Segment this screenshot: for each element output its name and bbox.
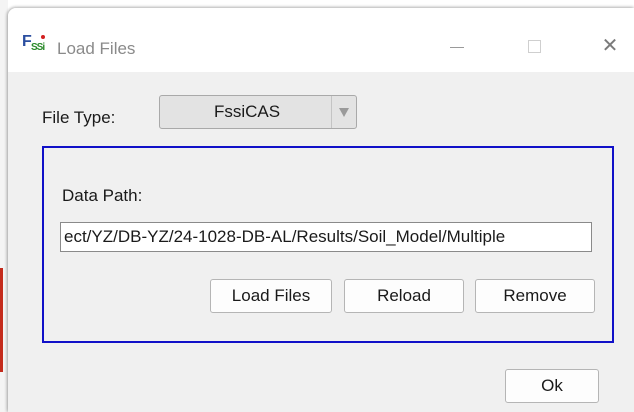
data-path-label: Data Path: bbox=[62, 186, 143, 205]
remove-button[interactable]: Remove bbox=[475, 279, 595, 313]
background-window-edge bbox=[0, 0, 8, 412]
load-files-button[interactable]: Load Files bbox=[210, 279, 332, 313]
file-type-label: File Type: bbox=[42, 108, 116, 127]
data-path-group: Data Path: ect/YZ/DB-YZ/24-1028-DB-AL/Re… bbox=[42, 146, 614, 343]
data-path-input[interactable]: ect/YZ/DB-YZ/24-1028-DB-AL/Results/Soil_… bbox=[60, 222, 592, 252]
title-bar: F SSi Load Files ✕ bbox=[8, 8, 634, 72]
minimize-icon[interactable] bbox=[438, 28, 478, 64]
fssi-app-icon: F SSi bbox=[22, 33, 45, 53]
chevron-down-icon[interactable] bbox=[331, 96, 356, 128]
data-path-value: ect/YZ/DB-YZ/24-1028-DB-AL/Results/Soil_… bbox=[64, 227, 506, 246]
file-type-dropdown[interactable]: FssiCAS bbox=[159, 95, 357, 129]
maximize-icon[interactable] bbox=[515, 28, 555, 64]
ok-button[interactable]: Ok bbox=[505, 369, 599, 403]
load-files-dialog: F SSi Load Files ✕ File Type: FssiCAS Dat… bbox=[8, 8, 634, 412]
background-red-strip bbox=[0, 268, 3, 372]
file-type-value: FssiCAS bbox=[213, 102, 281, 121]
close-icon[interactable]: ✕ bbox=[590, 28, 630, 64]
reload-button[interactable]: Reload bbox=[344, 279, 464, 313]
window-title: Load Files bbox=[57, 39, 136, 58]
